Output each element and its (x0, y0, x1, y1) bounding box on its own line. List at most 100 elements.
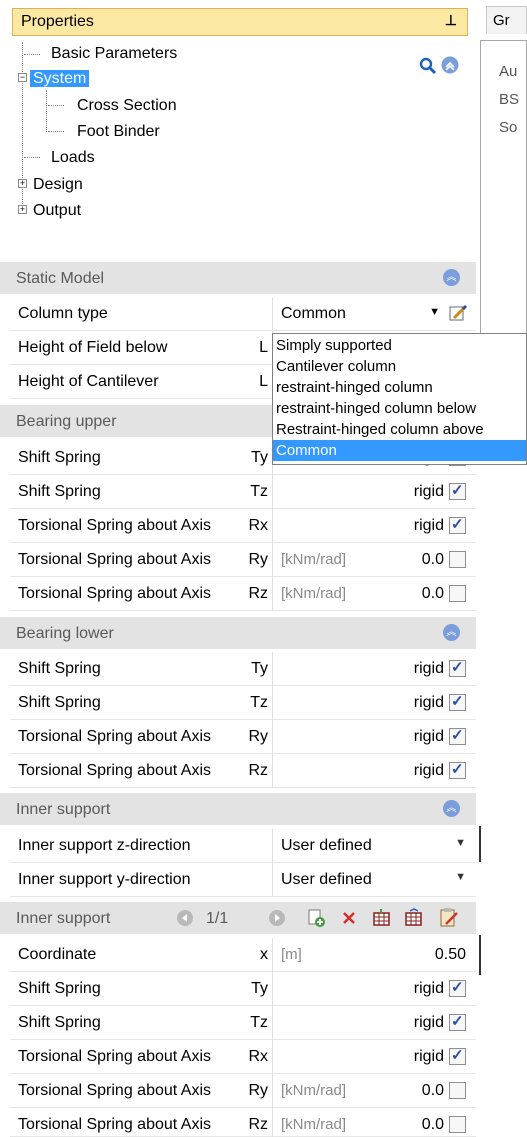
value-cell[interactable]: rigid (272, 972, 476, 1006)
edge-divider (479, 935, 481, 975)
row-value: rigid (413, 483, 444, 500)
option-common[interactable]: Common (273, 440, 526, 461)
value-cell[interactable]: rigid (272, 1040, 476, 1074)
row-symbol: Rz (248, 762, 268, 779)
section-bearing-lower[interactable]: Bearing lower ︽ (0, 617, 476, 649)
row-value: User defined (281, 871, 372, 888)
option-restraint-hinged-above[interactable]: Restraint-hinged column above (273, 419, 526, 440)
search-icon[interactable] (418, 56, 460, 76)
rigid-checkbox[interactable] (449, 585, 466, 602)
collapse-icon[interactable]: − (18, 73, 27, 82)
tree-item-foot-binder[interactable]: Foot Binder (74, 120, 163, 144)
table-arrow-icon[interactable] (404, 908, 424, 928)
row-label: Inner support z-direction (18, 837, 191, 854)
rigid-checkbox[interactable] (449, 515, 466, 534)
tree-item-basic-parameters[interactable]: Basic Parameters (48, 42, 180, 66)
expand-icon[interactable]: + (18, 179, 27, 188)
row-label: Column type (18, 305, 108, 322)
row-label: Torsional Spring about Axis (18, 517, 211, 534)
column-type-select[interactable]: Common ▼ (272, 297, 476, 331)
tree-item-label: System (30, 70, 90, 87)
rigid-checkbox[interactable] (449, 760, 466, 779)
row-column-type: Column type Common ▼ (10, 297, 476, 331)
inner-support-z-select[interactable]: User defined ▼ (272, 829, 476, 863)
chevron-down-icon[interactable]: ▼ (455, 837, 466, 849)
graphics-pane: Gr Au BS So (476, 0, 527, 1137)
collapse-section-icon[interactable]: ︽ (443, 269, 460, 286)
rigid-checkbox[interactable] (449, 726, 466, 745)
delete-icon[interactable] (340, 909, 358, 927)
section-inner-support[interactable]: Inner support ︽ (0, 793, 476, 825)
rigid-checkbox[interactable] (449, 1012, 466, 1031)
rigid-checkbox[interactable] (449, 1082, 466, 1099)
row-unit: [kNm/rad] (281, 551, 347, 568)
value-cell[interactable]: rigid (272, 475, 476, 509)
rigid-checkbox[interactable] (449, 978, 466, 997)
clipboard-edit-icon[interactable] (438, 907, 460, 929)
row-label: Torsional Spring about Axis (18, 1116, 211, 1133)
row-unit: [kNm/rad] (281, 585, 347, 602)
row-value: 0.0 (421, 585, 444, 602)
pin-icon[interactable]: ⊥ (445, 12, 457, 29)
section-static-model[interactable]: Static Model ︽ (0, 262, 476, 294)
tab-graphics[interactable]: Gr (486, 6, 527, 34)
tree-item-system[interactable]: System (30, 67, 90, 91)
tree-item-label: Design (33, 176, 83, 193)
row-value: User defined (281, 837, 372, 854)
row-label: Shift Spring (18, 980, 101, 997)
value-cell[interactable]: [kNm/rad] 0.0 (272, 543, 476, 577)
section-title: Bearing upper (16, 413, 117, 430)
row-unit: [kNm/rad] (281, 1116, 347, 1133)
row-label: Shift Spring (18, 483, 101, 500)
edit-icon[interactable] (448, 303, 468, 323)
tree-item-output[interactable]: Output (30, 199, 84, 223)
value-cell[interactable]: [kNm/rad] 0.0 (272, 1108, 476, 1137)
row-unit: [kNm/rad] (281, 1082, 347, 1099)
row-label: Torsional Spring about Axis (18, 1082, 211, 1099)
column-type-dropdown: Simply supported Cantilever column restr… (272, 333, 527, 465)
collapse-section-icon[interactable]: ︽ (443, 800, 460, 817)
value-cell[interactable]: [kNm/rad] 0.0 (272, 1074, 476, 1108)
option-cantilever-column[interactable]: Cantilever column (273, 356, 526, 377)
previous-icon[interactable] (176, 909, 194, 927)
value-cell[interactable]: rigid (272, 509, 476, 543)
collapse-section-icon[interactable]: ︽ (443, 624, 460, 641)
section-title: Inner support (16, 910, 111, 927)
row-inner-support-y: Inner support y-direction User defined ▼ (10, 863, 476, 897)
value-cell[interactable]: rigid (272, 652, 476, 686)
next-icon[interactable] (268, 909, 286, 927)
inner-support-y-select[interactable]: User defined ▼ (272, 863, 476, 897)
row-label: Coordinate (18, 946, 97, 963)
row-label: Shift Spring (18, 1014, 101, 1031)
value-cell[interactable]: rigid (272, 720, 476, 754)
option-simply-supported[interactable]: Simply supported (273, 335, 526, 356)
row-label: Shift Spring (18, 660, 101, 677)
rigid-checkbox[interactable] (449, 658, 466, 677)
row-symbol: Tz (250, 694, 268, 711)
chevron-down-icon[interactable]: ▼ (429, 306, 440, 318)
row-bu-torsion-rz: Torsional Spring about Axis Rz [kNm/rad]… (10, 577, 476, 611)
coordinate-input[interactable]: [m] 0.50 (272, 938, 476, 972)
rigid-checkbox[interactable] (449, 481, 466, 500)
value-cell[interactable]: [kNm/rad] 0.0 (272, 577, 476, 611)
value-cell[interactable]: rigid (272, 1006, 476, 1040)
expand-icon[interactable]: + (18, 205, 27, 214)
row-value: rigid (413, 728, 444, 745)
option-restraint-hinged[interactable]: restraint-hinged column (273, 377, 526, 398)
row-symbol: Rx (248, 517, 268, 534)
rigid-checkbox[interactable] (449, 692, 466, 711)
rigid-checkbox[interactable] (449, 551, 466, 568)
row-bl-shift-tz: Shift Spring Tz rigid (10, 686, 476, 720)
add-row-icon[interactable] (306, 908, 326, 928)
value-cell[interactable]: rigid (272, 754, 476, 788)
rigid-checkbox[interactable] (449, 1046, 466, 1065)
tree-item-loads[interactable]: Loads (48, 146, 98, 170)
chevron-down-icon[interactable]: ▼ (455, 871, 466, 883)
tree-item-design[interactable]: Design (30, 173, 86, 197)
option-restraint-hinged-below[interactable]: restraint-hinged column below (273, 398, 526, 419)
rigid-checkbox[interactable] (449, 1116, 466, 1133)
tree-item-cross-section[interactable]: Cross Section (74, 94, 180, 118)
insert-table-icon[interactable] (372, 908, 392, 928)
value-cell[interactable]: rigid (272, 686, 476, 720)
row-symbol: L (259, 373, 268, 390)
